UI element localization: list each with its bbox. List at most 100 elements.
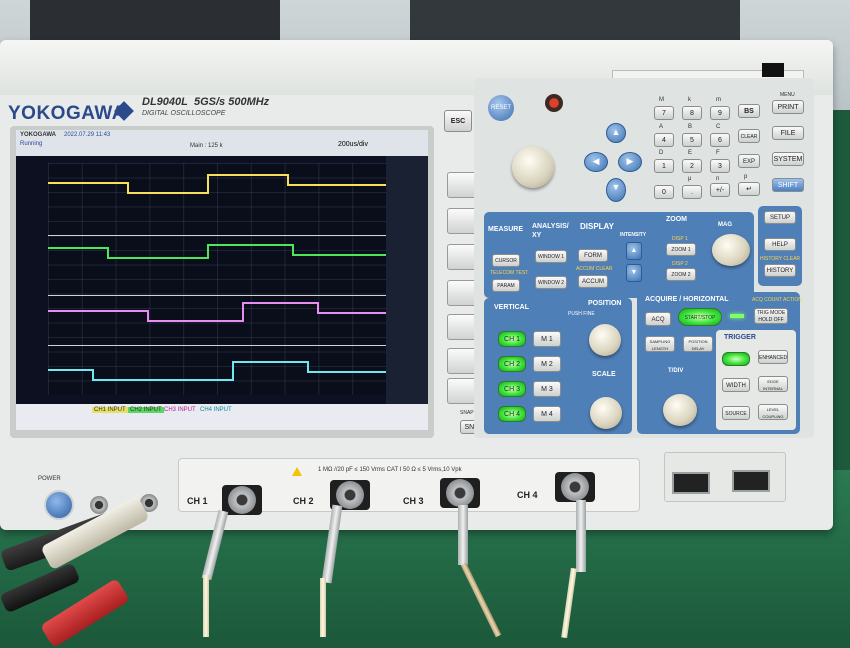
key-decimal[interactable]: . [682,185,702,199]
key-4[interactable]: 4 [654,133,674,147]
accum-button[interactable]: ACCUM [578,275,608,288]
usb-port-2[interactable] [732,470,770,492]
key-7[interactable]: 7 [654,106,674,120]
clear-button[interactable]: CLEAR [738,129,760,143]
brand-logo: YOKOGAWA [8,103,127,124]
math3-button[interactable]: M 3 [533,381,561,397]
screen-timebase: 200us/div [338,141,368,148]
intensity-up-button[interactable]: ▲ [626,242,642,260]
jog-shuttle-knob[interactable] [512,146,554,188]
ch1-trace [48,174,386,194]
cursor-button[interactable]: CURSOR [492,254,520,267]
key-1[interactable]: 1 [654,159,674,173]
softkey-1[interactable] [447,172,477,198]
screen-time: 2022.07.29 11:43 [64,132,111,138]
param-button[interactable]: PARAM [492,279,520,292]
tdiv-knob[interactable] [663,394,697,426]
ch4-probe [576,500,586,572]
key-label: B [688,124,693,130]
system-button[interactable]: SYSTEM [772,152,804,166]
ch3-button[interactable]: CH 3 [498,381,526,397]
shift-button[interactable]: SHIFT [772,178,804,192]
arrow-up-button[interactable]: ▲ [606,123,626,143]
ch1-input-label: CH 1 [187,496,208,506]
position-delay-button[interactable]: POSITION DELAY [683,336,713,352]
vertical-position-knob[interactable] [589,324,621,356]
key-label: μ [688,176,692,182]
telecom-test-label: TELECOM TEST [490,270,529,276]
mag-knob[interactable] [712,234,750,266]
usb-port-1[interactable] [672,472,710,494]
key-2[interactable]: 2 [682,159,702,173]
math1-button[interactable]: M 1 [533,331,561,347]
vertical-title: VERTICAL [494,304,529,311]
power-label: POWER [38,476,61,482]
setup-button[interactable]: SETUP [764,211,796,224]
screen-divider [48,235,386,236]
acq-count-action-label: ACQ COUNT ACTION [752,297,802,303]
zoom-title: ZOOM [666,216,687,223]
acq-button[interactable]: ACQ [645,312,671,326]
trigger-indicator [722,352,750,366]
key-plus-minus[interactable]: +/- [710,183,730,197]
softkey-6[interactable] [447,348,477,374]
key-label: D [659,150,664,156]
print-button[interactable]: PRINT [772,100,804,114]
exp-button[interactable]: EXP [738,154,760,168]
enter-button[interactable]: ↵ [738,182,760,196]
width-button[interactable]: WIDTH [722,378,750,392]
softkey-5[interactable] [447,314,477,340]
intensity-down-button[interactable]: ▼ [626,264,642,282]
power-indicator-lamp [545,94,563,112]
backspace-button[interactable]: BS [738,104,760,118]
accum-clear-label: ACCUM CLEAR [576,266,613,272]
ch2-button[interactable]: CH 2 [498,356,526,372]
esc-button[interactable]: ESC [444,110,472,132]
ch2-cable [320,578,326,637]
trig-mode-button[interactable]: TRIG MODE HOLD OFF [754,308,788,324]
ch1-bnc-connector[interactable] [228,486,256,514]
edge-internal-button[interactable]: EDGE INTERNAL [758,376,788,392]
waveform-grid [48,163,386,395]
source-button[interactable]: SOURCE [722,406,750,420]
waveform-traces [48,174,386,381]
power-button[interactable] [44,490,74,520]
level-coupling-button[interactable]: LEVEL COUPLING [758,404,788,420]
window2-button[interactable]: WINDOW 2 [535,276,567,289]
file-button[interactable]: FILE [772,126,804,140]
vertical-scale-knob[interactable] [590,397,622,429]
key-3[interactable]: 3 [710,159,730,173]
display-title: DISPLAY [580,222,614,231]
softkey-3[interactable] [447,244,477,270]
softkey-4[interactable] [447,280,477,306]
math2-button[interactable]: M 2 [533,356,561,372]
sampling-length-button[interactable]: SAMPLING LENGTH [645,336,675,352]
key-0[interactable]: 0 [654,185,674,199]
window1-button[interactable]: WINDOW 1 [535,250,567,263]
arrow-left-button[interactable]: ◀ [584,152,608,172]
scale-title: SCALE [592,371,616,378]
arrow-right-button[interactable]: ▶ [618,152,642,172]
ch3-bnc-connector[interactable] [446,479,474,507]
ch1-button[interactable]: CH 1 [498,331,526,347]
softkey-2[interactable] [447,208,477,234]
arrow-down-button[interactable]: ▼ [606,178,626,202]
key-6[interactable]: 6 [710,133,730,147]
history-button[interactable]: HISTORY [764,264,796,277]
form-button[interactable]: FORM [578,249,608,262]
key-8[interactable]: 8 [682,106,702,120]
math4-button[interactable]: M 4 [533,406,561,422]
key-label: m [716,97,721,103]
enhanced-button[interactable]: ENHANCED [758,350,788,364]
key-9[interactable]: 9 [710,106,730,120]
zoom2-button[interactable]: ZOOM 2 [666,268,696,281]
ch4-button[interactable]: CH 4 [498,406,526,422]
start-stop-button[interactable]: START/STOP [678,308,722,326]
reset-button[interactable]: RESET [488,95,514,121]
ch4-bnc-connector[interactable] [561,473,589,501]
help-button[interactable]: HELP [764,238,796,251]
acquire-horizontal-title: ACQUIRE / HORIZONTAL [645,296,729,303]
key-5[interactable]: 5 [682,133,702,147]
zoom1-button[interactable]: ZOOM 1 [666,243,696,256]
softkey-7[interactable] [447,378,477,404]
